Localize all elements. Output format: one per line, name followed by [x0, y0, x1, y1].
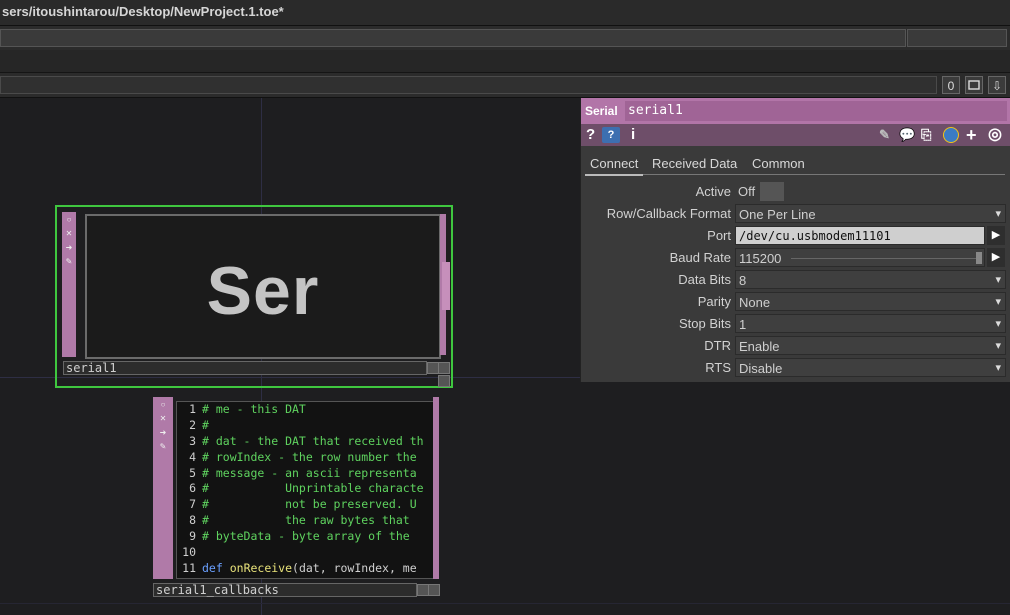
baud-rate-slider[interactable]: 115200	[735, 248, 985, 267]
output-connector[interactable]	[442, 262, 450, 310]
panel-header: Serial serial1	[581, 98, 1010, 124]
slider-handle[interactable]	[976, 252, 982, 264]
pane-bar	[0, 50, 1010, 73]
callbacks-dat-node[interactable]: ○ ✕ ➜ ✎ 1 # me - this DAT 2 # 3 # dat - the…	[153, 397, 440, 597]
path-field[interactable]	[0, 29, 906, 47]
node-left-strip: ○ ✕ ➜ ✎	[62, 212, 76, 357]
code-line: 5 # message - an ascii representa	[189, 465, 417, 480]
dat-name-label[interactable]: serial1_callbacks	[153, 583, 417, 597]
node-plus-button[interactable]	[438, 362, 450, 374]
param-label: Parity	[697, 294, 731, 309]
param-stop-bits: Stop Bits 1	[581, 314, 1010, 334]
code-line: 6 # Unprintable characte	[189, 481, 424, 496]
network-path-bar: 0 ⇩	[0, 73, 1010, 98]
parity-menu[interactable]: None	[735, 292, 1006, 312]
port-menu-arrow-icon[interactable]: ▶	[987, 226, 1005, 245]
baud-menu-arrow-icon[interactable]: ▶	[987, 248, 1005, 267]
code-line: 1 # me - this DAT	[189, 402, 306, 416]
param-dtr: DTR Enable	[581, 336, 1010, 356]
dat-text-viewer[interactable]: 1 # me - this DAT 2 # 3 # dat - the DAT tha…	[176, 401, 434, 579]
count-button[interactable]: 0	[942, 76, 960, 94]
serial-node[interactable]: ○ ✕ ➜ ✎ Ser serial1	[55, 205, 453, 388]
node-name-label[interactable]: serial1	[63, 361, 427, 375]
param-baud-rate: Baud Rate 115200 ▶	[581, 248, 1010, 268]
operator-type: Serial	[585, 104, 618, 118]
arrow-icon[interactable]: ➜	[158, 428, 168, 438]
dtr-menu[interactable]: Enable	[735, 336, 1006, 356]
param-rts: RTS Disable	[581, 358, 1010, 378]
port-field[interactable]: /dev/cu.usbmodem11101	[735, 226, 985, 245]
param-label: Active	[695, 184, 731, 199]
data-bits-menu[interactable]: 8	[735, 270, 1006, 290]
clone-icon[interactable]: ⎘	[921, 124, 931, 146]
node-viewer[interactable]: Ser	[85, 214, 441, 359]
code-line: 4 # rowIndex - the row number the	[189, 449, 417, 464]
arrow-icon[interactable]: ➜	[64, 243, 74, 253]
param-label: RTS	[705, 360, 731, 375]
param-label: Port	[707, 228, 731, 243]
param-label: Row/Callback Format	[606, 206, 731, 221]
baud-rate-value: 115200	[739, 251, 782, 266]
window-title: sers/itoushintarou/Desktop/NewProject.1.…	[0, 0, 1010, 26]
dat-left-strip: ○ ✕ ➜ ✎	[153, 397, 173, 579]
toggle-box[interactable]	[760, 182, 784, 201]
code-line: 10	[182, 545, 196, 560]
down-arrow-icon[interactable]: ⇩	[988, 76, 1006, 94]
paint-icon[interactable]: ✎	[158, 442, 168, 452]
search-field[interactable]	[907, 29, 1007, 47]
param-data-bits: Data Bits 8	[581, 270, 1010, 290]
code-line: 2 #	[189, 417, 209, 432]
slider-track	[791, 258, 976, 259]
node-expand-button[interactable]	[438, 375, 450, 387]
code-line: 8 # the raw bytes that	[189, 513, 410, 528]
node-plus-button[interactable]	[428, 584, 440, 596]
code-line: 9 # byteData - byte array of the	[189, 529, 410, 544]
tab-connect[interactable]: Connect	[585, 154, 644, 176]
parameter-panel: Serial serial1 ? ? i ✎ 💬 ⎘ + ◎ Connect R…	[580, 98, 1010, 382]
pin-icon[interactable]: ✕	[158, 414, 168, 424]
target-icon[interactable]: ◎	[988, 124, 1002, 146]
pin-icon[interactable]: ✕	[64, 229, 74, 239]
viewer-label: Ser	[206, 253, 320, 329]
comment-icon[interactable]: 💬	[899, 124, 915, 146]
stop-bits-menu[interactable]: 1	[735, 314, 1006, 334]
param-port: Port /dev/cu.usbmodem11101 ▶	[581, 226, 1010, 246]
param-label: DTR	[704, 338, 731, 353]
circle-icon[interactable]: ○	[64, 215, 74, 225]
active-toggle[interactable]: Off	[735, 182, 785, 201]
toggle-value: Off	[738, 184, 756, 199]
operator-name-field[interactable]: serial1	[625, 101, 1007, 121]
code-line: 11 def onReceive(dat, rowIndex, me	[182, 560, 417, 575]
edit-icon[interactable]: ✎	[879, 124, 890, 146]
tab-received-data[interactable]: Received Data	[647, 154, 742, 174]
info-icon[interactable]: i	[631, 124, 635, 146]
param-active: Active Off	[581, 182, 1010, 202]
paint-icon[interactable]: ✎	[64, 257, 74, 267]
add-icon[interactable]: +	[966, 124, 977, 146]
rts-menu[interactable]: Disable	[735, 358, 1006, 378]
network-path-field[interactable]	[0, 76, 937, 94]
param-label: Baud Rate	[669, 250, 731, 265]
param-tabs: Connect Received Data Common	[585, 154, 1005, 176]
help-icon[interactable]: ?	[586, 124, 595, 146]
python-icon[interactable]	[943, 127, 959, 143]
dat-right-strip	[433, 397, 439, 579]
tab-common[interactable]: Common	[747, 154, 810, 174]
panel-toolbar: ? ? i ✎ 💬 ⎘ + ◎	[581, 124, 1010, 146]
param-label: Stop Bits	[678, 316, 731, 331]
square-icon[interactable]	[965, 76, 983, 94]
param-parity: Parity None	[581, 292, 1010, 312]
code-line: 7 # not be preserved. U	[189, 497, 417, 512]
path-bar	[0, 26, 1010, 51]
circle-icon[interactable]: ○	[158, 400, 168, 410]
param-row-callback-format: Row/Callback Format One Per Line	[581, 204, 1010, 224]
param-label: Data Bits	[678, 272, 731, 287]
code-line: 3 # dat - the DAT that received th	[189, 433, 424, 448]
python-help-icon[interactable]: ?	[602, 127, 620, 143]
row-callback-format-menu[interactable]: One Per Line	[735, 204, 1006, 224]
